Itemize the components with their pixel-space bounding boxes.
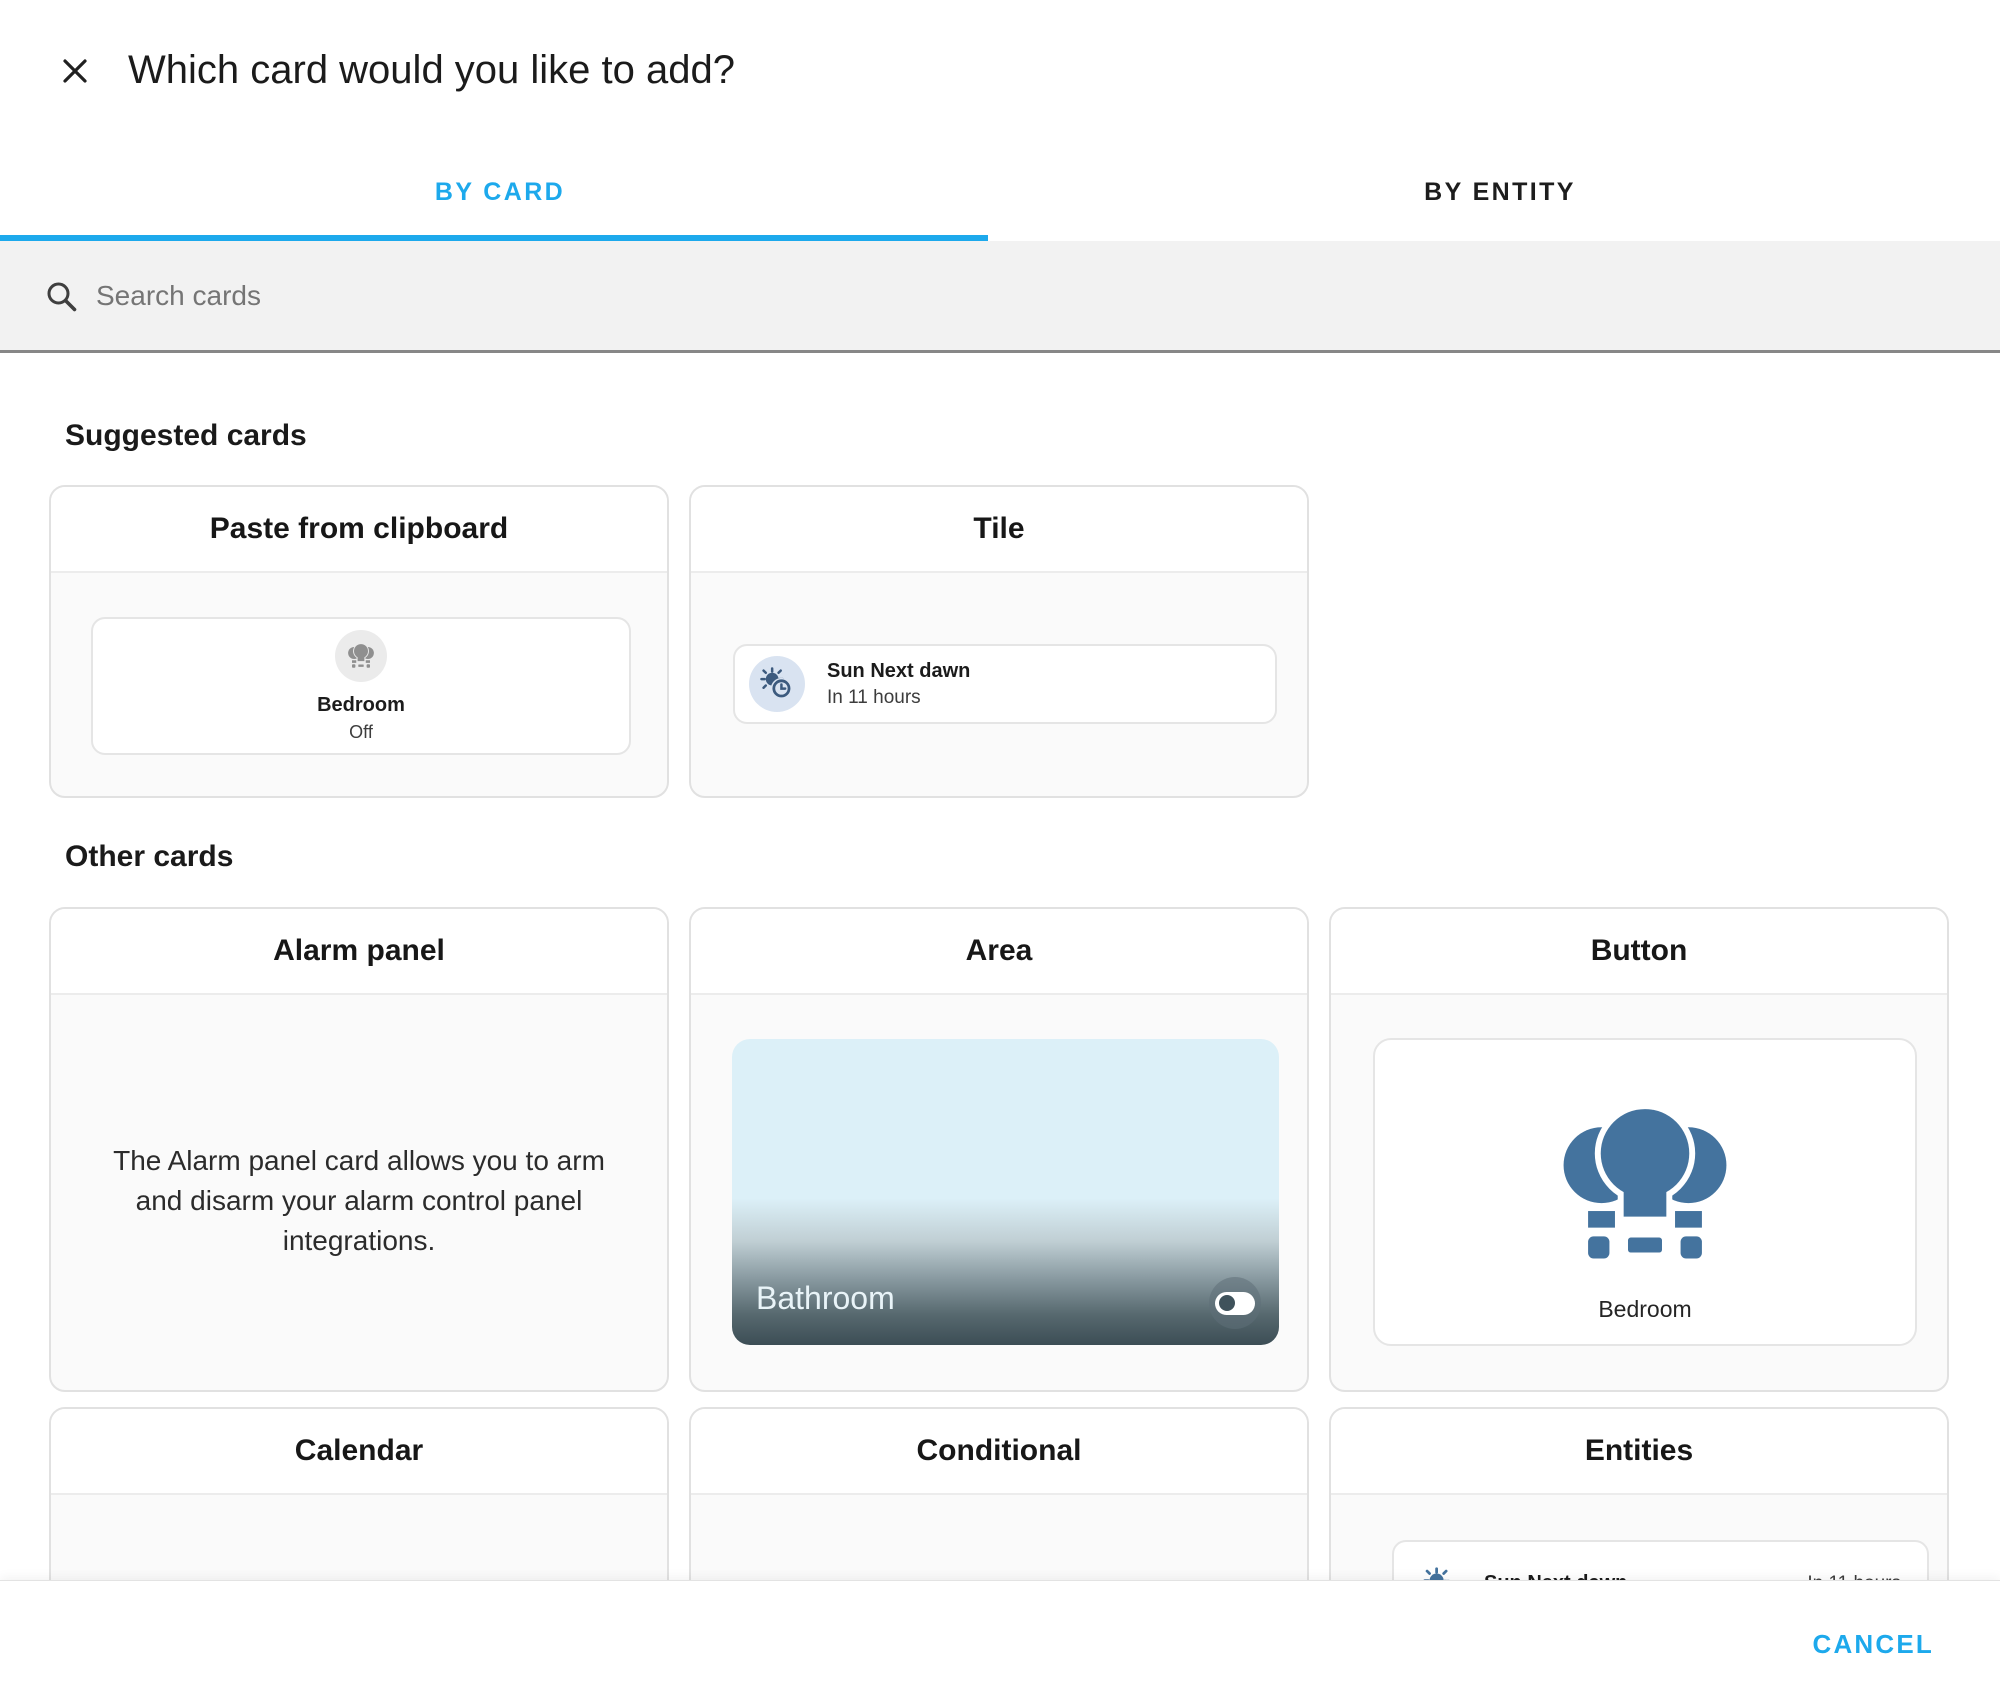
- card-preview-area: Sun Next dawn In 11 hours: [691, 573, 1307, 794]
- dialog-header: Which card would you like to add?: [0, 0, 2000, 144]
- tab-by-entity[interactable]: BY ENTITY: [1000, 144, 2000, 241]
- clipboard-card-preview: Bedroom Off: [91, 617, 631, 755]
- button-card-preview: Bedroom: [1373, 1038, 1917, 1346]
- button-entity-name: Bedroom: [1375, 1296, 1915, 1323]
- tile-entity-state: In 11 hours: [827, 687, 970, 709]
- card-description: The Alarm panel card allows you to arm a…: [89, 1141, 629, 1261]
- card-title: Calendar: [51, 1409, 667, 1495]
- card-preview-area: Sun Next dawn In 11 hours: [1331, 1495, 1947, 1580]
- card-title: Conditional: [691, 1409, 1307, 1495]
- entity-state: Off: [349, 722, 373, 743]
- area-toggle-button[interactable]: [1209, 1277, 1261, 1329]
- tab-bar: BY CARD BY ENTITY: [0, 144, 2000, 241]
- light-group-icon: [1550, 1098, 1740, 1269]
- other-cards-heading: Other cards: [65, 840, 233, 874]
- tab-by-card[interactable]: BY CARD: [0, 144, 1000, 241]
- entity-name: Bedroom: [317, 694, 405, 717]
- card-preview-area: The Alarm panel card allows you to arm a…: [51, 995, 667, 1388]
- card-title: Entities: [1331, 1409, 1947, 1495]
- area-name: Bathroom: [756, 1280, 895, 1317]
- dialog-title: Which card would you like to add?: [128, 48, 735, 93]
- card-title: Paste from clipboard: [51, 487, 667, 573]
- other-cards-row-2: Calendar Conditional Entities: [49, 1407, 1949, 1580]
- card-preview-area: Bedroom Off: [51, 573, 667, 794]
- sun-clock-icon: [1422, 1566, 1462, 1580]
- light-group-icon: [335, 630, 387, 682]
- entities-row-state: In 11 hours: [1807, 1573, 1901, 1580]
- dialog-footer: CANCEL: [0, 1580, 2000, 1702]
- card-option-calendar[interactable]: Calendar: [49, 1407, 669, 1580]
- search-bar: [0, 241, 2000, 353]
- card-title: Tile: [691, 487, 1307, 573]
- cancel-button[interactable]: CANCEL: [1812, 1629, 1934, 1660]
- card-title: Alarm panel: [51, 909, 667, 995]
- entities-row-name: Sun Next dawn: [1484, 1572, 1627, 1580]
- card-option-entities[interactable]: Entities: [1329, 1407, 1949, 1580]
- add-card-dialog: { "colors": { "accent": "#1da9ec", "butt…: [0, 0, 2000, 1702]
- suggested-cards-row: Paste from clipboard: [49, 485, 1309, 798]
- card-option-alarm-panel[interactable]: Alarm panel The Alarm panel card allows …: [49, 907, 669, 1392]
- card-preview-area: [51, 1495, 667, 1580]
- close-icon[interactable]: [54, 50, 96, 92]
- tile-card-preview: Sun Next dawn In 11 hours: [733, 644, 1277, 724]
- other-cards-row-1: Alarm panel The Alarm panel card allows …: [49, 907, 1949, 1392]
- tile-entity-name: Sun Next dawn: [827, 660, 970, 683]
- card-preview-area: Bedroom: [1331, 995, 1947, 1388]
- sun-clock-icon: [749, 656, 805, 712]
- card-option-tile[interactable]: Tile: [689, 485, 1309, 798]
- card-preview-area: [691, 1495, 1307, 1580]
- card-preview-area: Bathroom: [691, 995, 1307, 1388]
- card-title: Area: [691, 909, 1307, 995]
- card-option-conditional[interactable]: Conditional: [689, 1407, 1309, 1580]
- card-title: Button: [1331, 909, 1947, 995]
- card-option-area[interactable]: Area Bathroom: [689, 907, 1309, 1392]
- card-option-paste-from-clipboard[interactable]: Paste from clipboard: [49, 485, 669, 798]
- card-gallery: Suggested cards Paste from clipboard: [0, 353, 2000, 1580]
- card-option-button[interactable]: Button: [1329, 907, 1949, 1392]
- suggested-cards-heading: Suggested cards: [65, 419, 307, 453]
- entities-card-preview: Sun Next dawn In 11 hours: [1392, 1540, 1929, 1580]
- area-card-preview: Bathroom: [732, 1039, 1279, 1345]
- search-input[interactable]: [96, 241, 1696, 350]
- toggle-icon: [1215, 1292, 1255, 1315]
- search-icon: [44, 279, 80, 320]
